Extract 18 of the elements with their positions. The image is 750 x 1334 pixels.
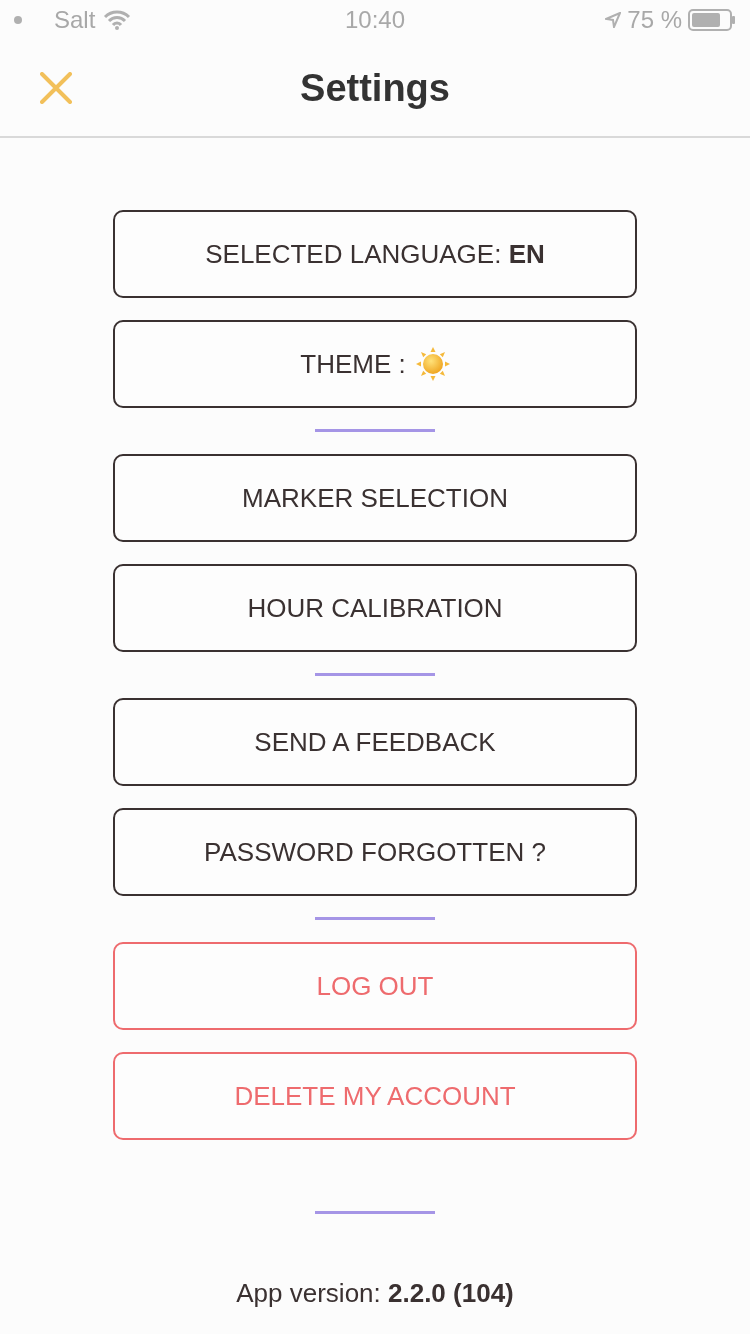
close-icon [40, 72, 72, 104]
theme-button[interactable]: THEME : [113, 320, 637, 408]
battery-icon [688, 9, 736, 31]
dot-icon [14, 16, 22, 24]
location-arrow-icon [605, 12, 622, 28]
sun-icon [415, 347, 450, 381]
battery-percent: 75 % [627, 6, 682, 34]
settings-button[interactable]: PASSWORD FORGOTTEN ? [113, 808, 637, 896]
wifi-icon [103, 10, 132, 30]
settings-button[interactable]: MARKER SELECTION [113, 454, 637, 542]
settings-button[interactable]: SEND A FEEDBACK [113, 698, 637, 786]
settings-button[interactable]: SELECTED LANGUAGE: EN [113, 210, 637, 298]
carrier-name: Salt [54, 6, 96, 34]
app-version: App version: 2.2.0 (104) [236, 1278, 514, 1308]
close-button[interactable] [38, 70, 74, 106]
status-time: 10:40 [344, 6, 406, 34]
settings-button[interactable]: HOUR CALIBRATION [113, 564, 637, 652]
page-title: Settings [300, 66, 450, 110]
